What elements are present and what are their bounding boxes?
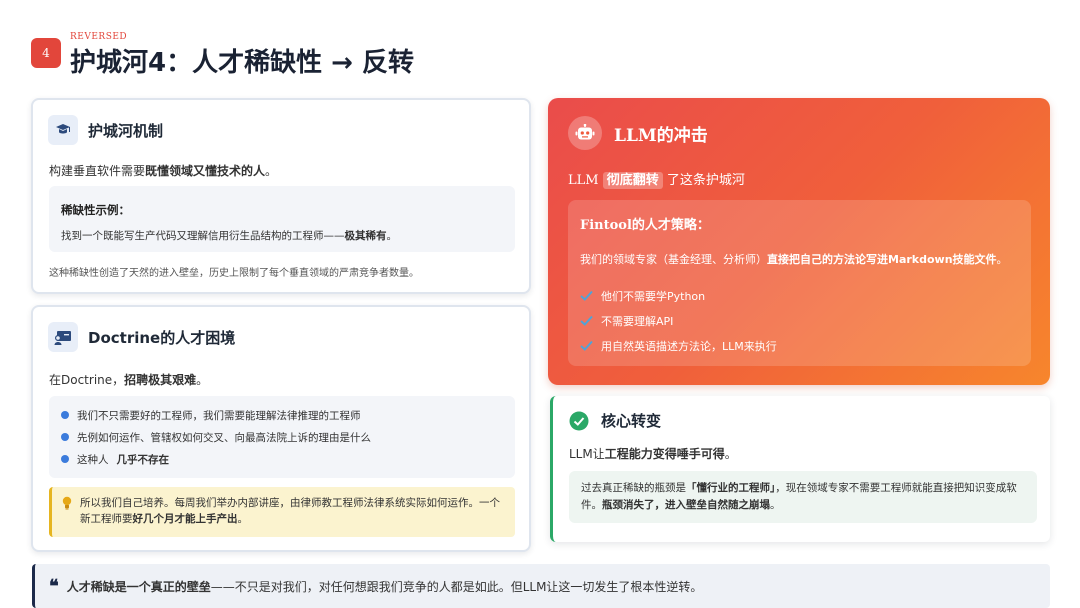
fintool-strategy-box: Fintool的人才策略： 我们的领域专家（基金经理、分析师）直接把自己的方法论… [568, 200, 1031, 366]
llm-lead: LLM 彻底翻转 了这条护城河 [568, 172, 745, 189]
strategy-title: Fintool的人才策略： [580, 218, 710, 233]
graduate-icon [48, 115, 78, 145]
lightbulb-icon [62, 496, 72, 510]
quote-text: 人才稀缺是一个真正的壁垒——不只是对我们，对任何想跟我们竞争的人都是如此。但LL… [66, 579, 703, 594]
card-title: 核心转变 [601, 412, 662, 430]
reversed-tag: REVERSED [70, 32, 128, 42]
llm-impact-card: LLM的冲击 LLM 彻底翻转 了这条护城河 Fintool的人才策略： 我们的… [548, 98, 1050, 385]
example-body: 找到一个既能写生产代码又理解信用衍生品结构的工程师——极其稀有。 [61, 230, 397, 242]
doctrine-list: 我们不只需要好的工程师，我们需要能理解法律推理的工程师 先例如何运作、管辖权如何… [49, 396, 515, 478]
card-title: LLM的冲击 [614, 125, 708, 146]
shift-body-box: 过去真正稀缺的瓶颈是「懂行业的工程师」，现在领域专家不需要工程师就能直接把知识变… [569, 471, 1037, 523]
list-item: 这种人 几乎不存在 [61, 448, 503, 470]
scarcity-example-box: 稀缺性示例： 找到一个既能写生产代码又理解信用衍生品结构的工程师——极其稀有。 [49, 186, 515, 252]
bullet-dot [61, 433, 69, 441]
card-title: 护城河机制 [88, 121, 164, 140]
doctrine-lead: 在Doctrine，招聘极其艰难。 [49, 373, 209, 387]
highlight: 彻底翻转 [602, 172, 663, 189]
list-item: 先例如何运作、管辖权如何交叉、向最高法院上诉的理由是什么 [61, 426, 503, 448]
bullet-dot [61, 455, 69, 463]
list-item: 他们不需要学Python [580, 283, 1019, 308]
card-header: LLM的冲击 [568, 116, 708, 150]
training-callout: 所以我们自己培养。每周我们举办内部讲座，由律师教工程师法律系统实际如何运作。一个… [49, 487, 515, 537]
slide-number: 4 [31, 38, 61, 68]
bullet-dot [61, 411, 69, 419]
quote-mark-icon: ❝ [49, 575, 59, 597]
shift-lead: LLM让工程能力变得唾手可得。 [569, 447, 737, 461]
doctrine-card: Doctrine的人才困境 在Doctrine，招聘极其艰难。 我们不只需要好的… [31, 305, 531, 552]
strategy-body: 我们的领域专家（基金经理、分析师）直接把自己的方法论写进Markdown技能文件… [580, 253, 1008, 266]
presenter-icon [48, 322, 78, 352]
moat-lead: 构建垂直软件需要既懂领域又懂技术的人。 [49, 164, 278, 178]
list-item: 不需要理解API [580, 308, 1019, 333]
moat-note: 这种稀缺性创造了天然的进入壁垒，历史上限制了每个垂直领域的严肃竞争者数量。 [49, 268, 419, 279]
checkmark-icon [580, 340, 593, 351]
bottom-quote: ❝ 人才稀缺是一个真正的壁垒——不只是对我们，对任何想跟我们竞争的人都是如此。但… [32, 564, 1050, 608]
example-title: 稀缺性示例： [61, 203, 130, 217]
robot-icon [568, 116, 602, 150]
moat-mechanism-card: 护城河机制 构建垂直软件需要既懂领域又懂技术的人。 稀缺性示例： 找到一个既能写… [31, 98, 531, 294]
checkmark-icon [580, 315, 593, 326]
check-list: 他们不需要学Python 不需要理解API 用自然英语描述方法论，LLM来执行 [580, 283, 1019, 358]
page-title: 护城河4：人才稀缺性 → 反转 [70, 48, 414, 78]
checkmark-icon [580, 290, 593, 301]
card-header: 护城河机制 [48, 115, 163, 145]
list-item: 用自然英语描述方法论，LLM来执行 [580, 333, 1019, 358]
card-header: Doctrine的人才困境 [48, 322, 235, 352]
card-header: 核心转变 [569, 410, 661, 431]
core-shift-card: 核心转变 LLM让工程能力变得唾手可得。 过去真正稀缺的瓶颈是「懂行业的工程师」… [550, 396, 1050, 542]
card-title: Doctrine的人才困境 [88, 328, 236, 347]
list-item: 我们不只需要好的工程师，我们需要能理解法律推理的工程师 [61, 404, 503, 426]
check-circle-icon [569, 411, 589, 430]
